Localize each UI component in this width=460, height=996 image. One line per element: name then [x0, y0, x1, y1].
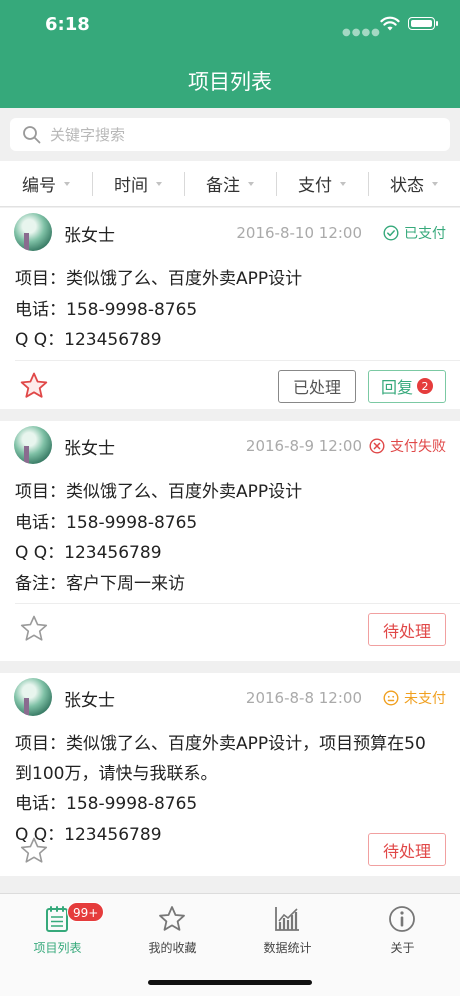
status-badge: 支付失败 [369, 436, 446, 456]
tab-label: 数据统计 [263, 941, 312, 955]
filter-time[interactable]: 时间 [92, 161, 184, 206]
phone-line: 电话：158-9998-8765 [15, 794, 198, 814]
signal-icon: ●●●● [342, 27, 381, 38]
qq-line: Q Q：123456789 [15, 330, 162, 350]
tab-statistics[interactable]: 数据统计 [230, 894, 345, 964]
filter-state[interactable]: 状态 [368, 161, 460, 206]
filter-label: 备注 [206, 176, 240, 196]
phone-line: 电话：158-9998-8765 [15, 512, 198, 533]
star-icon [159, 906, 185, 931]
client-name: 张女士 [64, 691, 115, 711]
search-icon [23, 126, 41, 144]
caret-down-icon [340, 181, 346, 186]
phone-line: 电话：158-9998-8765 [15, 299, 198, 320]
pending-button[interactable]: 待处理 [368, 613, 446, 646]
check-circle-icon [383, 225, 399, 241]
caret-down-icon [156, 181, 162, 186]
filter-note[interactable]: 备注 [184, 161, 276, 206]
info-icon [389, 906, 415, 932]
search-input[interactable] [50, 118, 440, 151]
caret-down-icon [248, 181, 254, 186]
pending-button[interactable]: 待处理 [368, 833, 446, 866]
project-card[interactable]: 张女士 2016-8-10 12:00 已支付 项目：类似饿了么、百度外卖APP… [0, 208, 460, 409]
wifi-icon [380, 16, 400, 31]
qq-line: Q Q：123456789 [15, 543, 162, 563]
button-label: 待处理 [382, 621, 431, 641]
tab-about[interactable]: 关于 [345, 894, 460, 964]
neutral-face-icon [383, 690, 399, 706]
filter-bar: 编号 时间 备注 支付 状态 [0, 161, 460, 207]
filter-label: 时间 [114, 176, 148, 196]
project-line: 项目：类似饿了么、百度外卖APP设计 [15, 482, 303, 502]
card-time: 2016-8-8 12:00 [245, 689, 362, 707]
card-time: 2016-8-10 12:00 [236, 224, 362, 242]
page-title: 项目列表 [188, 70, 272, 94]
project-card[interactable]: 张女士 2016-8-9 12:00 支付失败 项目：类似饿了么、百度外卖APP… [0, 421, 460, 661]
home-indicator [148, 980, 312, 985]
processed-button[interactable]: 已处理 [278, 369, 356, 403]
project-line: 项目：类似饿了么、百度外卖APP设计 [15, 269, 303, 289]
status-text: 未支付 [404, 691, 446, 707]
avatar [14, 213, 52, 251]
star-icon[interactable] [19, 836, 49, 866]
filter-label: 编号 [22, 176, 56, 196]
filter-payment[interactable]: 支付 [276, 161, 368, 206]
filter-label: 支付 [298, 176, 332, 196]
button-label: 已处理 [292, 378, 341, 397]
button-label: 待处理 [382, 841, 431, 861]
status-text: 已支付 [404, 226, 446, 242]
tab-label: 项目列表 [33, 941, 82, 955]
search-box[interactable] [10, 118, 450, 151]
tab-label: 关于 [390, 941, 415, 955]
card-time: 2016-8-9 12:00 [245, 437, 362, 455]
status-badge: 已支付 [383, 223, 446, 243]
note-line: 备注：客户下周一来访 [15, 573, 185, 594]
caret-down-icon [64, 181, 70, 186]
button-label: 回复 [380, 378, 413, 397]
status-badge: 未支付 [383, 688, 446, 708]
tab-favorites[interactable]: 我的收藏 [115, 894, 230, 964]
star-icon[interactable] [19, 614, 49, 644]
project-line: 项目：类似饿了么、百度外卖APP设计，项目预算在50到100万，请快与我联系。 [15, 734, 426, 784]
battery-icon [408, 17, 438, 30]
caret-down-icon [432, 181, 438, 186]
search-bar [0, 108, 460, 160]
filter-id[interactable]: 编号 [0, 161, 92, 206]
client-name: 张女士 [64, 226, 115, 246]
filter-label: 状态 [390, 176, 424, 196]
status-text: 支付失败 [390, 439, 446, 455]
x-circle-icon [369, 438, 385, 454]
star-icon[interactable] [19, 371, 49, 401]
header-bar: 6:18 ●●●● 项目列表 [0, 0, 460, 108]
tab-label: 我的收藏 [148, 941, 197, 955]
tab-project-list[interactable]: 99+ 项目列表 [0, 894, 115, 964]
project-card[interactable]: 张女士 2016-8-8 12:00 未支付 项目：类似饿了么、百度外卖APP设… [0, 673, 460, 876]
tab-badge: 99+ [67, 902, 105, 922]
avatar [14, 426, 52, 464]
reply-count-badge: 2 [417, 378, 433, 394]
avatar [14, 678, 52, 716]
reply-button[interactable]: 回复 2 [368, 369, 446, 403]
chart-icon [275, 907, 299, 931]
client-name: 张女士 [64, 439, 115, 459]
status-time: 6:18 [45, 14, 90, 35]
